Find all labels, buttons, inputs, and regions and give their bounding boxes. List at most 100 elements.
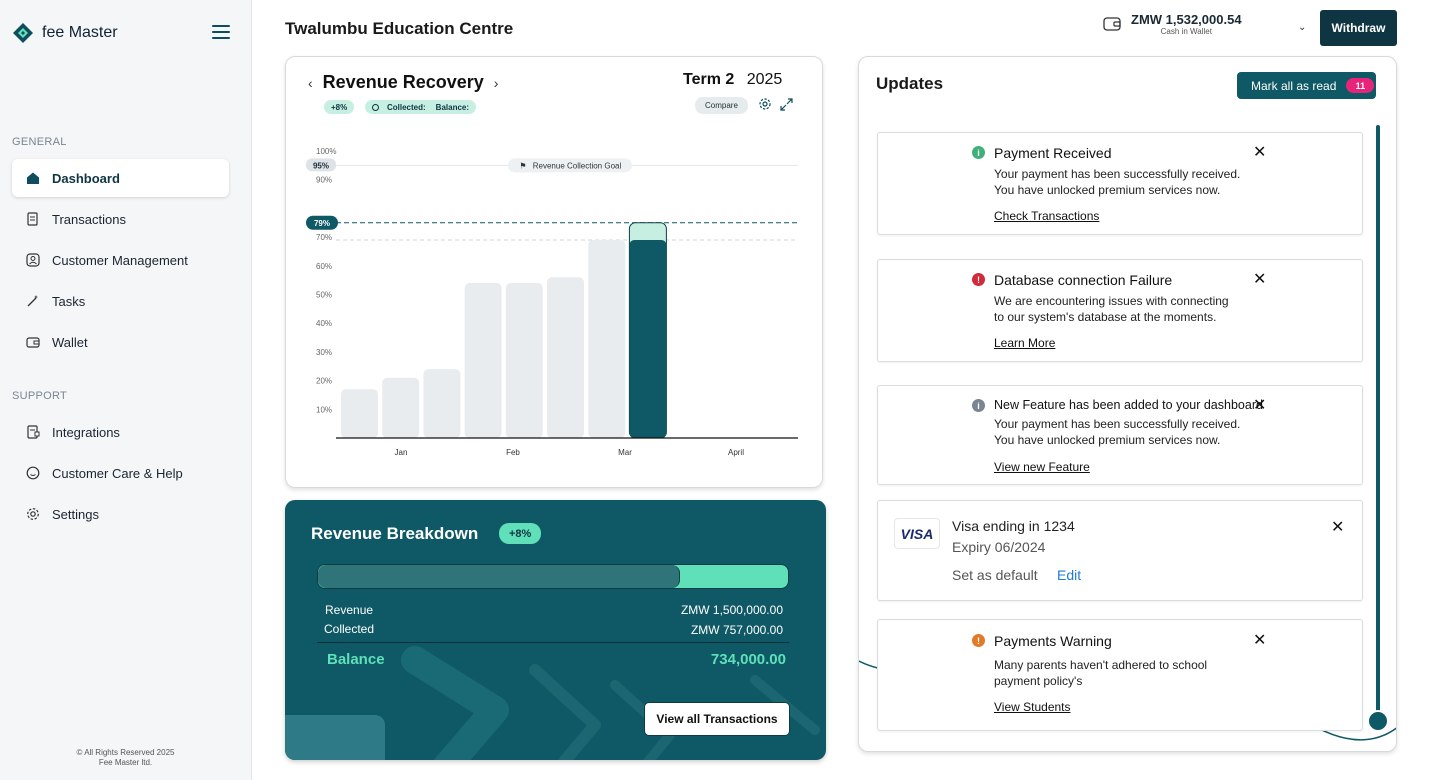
notice-new-feature: i New Feature has been added to your das…: [877, 385, 1363, 485]
logo-icon: [13, 23, 33, 43]
sidebar-item-integrations[interactable]: Integrations: [12, 413, 229, 451]
chevron-down-icon[interactable]: ⌄: [1298, 22, 1306, 33]
sidebar-item-label: Wallet: [52, 334, 88, 350]
info-icon: i: [972, 146, 985, 159]
scrollbar-handle[interactable]: [1367, 710, 1389, 732]
notice-body: Many parents haven't adhered to school p…: [994, 657, 1254, 689]
sidebar-item-tasks[interactable]: Tasks: [12, 282, 229, 320]
close-icon[interactable]: ✕: [1253, 145, 1266, 161]
x-tick-label: April: [728, 448, 744, 457]
collection-progress-fill: [318, 565, 680, 588]
notice-line: payment policy's: [994, 674, 1083, 688]
sidebar-item-customer-management[interactable]: Customer Management: [12, 241, 229, 279]
notice-line: We are encountering issues with connecti…: [994, 294, 1229, 308]
bar: [382, 377, 420, 438]
home-icon: [26, 171, 40, 185]
close-icon[interactable]: ✕: [1253, 633, 1266, 649]
updates-panel: Updates Mark all as read 11 i Payment Re…: [858, 56, 1397, 752]
view-new-feature-link[interactable]: View new Feature: [994, 460, 1090, 474]
scrollbar-track[interactable]: [1376, 125, 1380, 721]
collection-progress-bar: [317, 564, 789, 589]
bar: [505, 283, 543, 438]
view-all-transactions-button[interactable]: View all Transactions: [644, 702, 790, 736]
notice-title: Database connection Failure: [994, 272, 1173, 288]
sidebar-item-label: Transactions: [52, 211, 126, 227]
sidebar-item-dashboard[interactable]: Dashboard: [12, 159, 229, 197]
check-transactions-link[interactable]: Check Transactions: [994, 209, 1099, 223]
page-title: Twalumbu Education Centre: [285, 19, 514, 38]
close-icon[interactable]: ✕: [1253, 398, 1266, 414]
sidebar-item-settings[interactable]: Settings: [12, 495, 229, 533]
revenue-chart: 100% 90% 70% 60% 50% 40% 30% 20% 10% 95% Revenue C…: [306, 147, 798, 457]
wallet-balance[interactable]: ZMW 1,532,000.54 Cash in Wallet: [1103, 12, 1242, 36]
sidebar-item-label: Dashboard: [52, 170, 120, 186]
visa-logo: VISA: [894, 518, 940, 549]
divider: [317, 642, 789, 643]
close-icon[interactable]: ✕: [1253, 272, 1266, 288]
y-tick-label: 100%: [316, 147, 336, 156]
set-default-button[interactable]: Set as default: [952, 567, 1038, 583]
y-tick-label: 30%: [316, 348, 332, 357]
section-label-general: GENERAL: [12, 136, 67, 148]
goal-label-text: Revenue Collection Goal: [533, 161, 622, 170]
card-expiry: Expiry 06/2024: [952, 539, 1046, 555]
notice-line: Many parents haven't adhered to school: [994, 658, 1208, 672]
learn-more-link[interactable]: Learn More: [994, 336, 1055, 350]
y-tick-label: 50%: [316, 291, 332, 300]
x-tick-label: Jan: [395, 448, 408, 457]
collected-label: Collected: [324, 622, 375, 636]
notice-title: Payment Received: [994, 145, 1112, 161]
y-tick-label: 70%: [316, 233, 332, 242]
sidebar-item-wallet[interactable]: Wallet: [12, 323, 229, 361]
notice-line: to our system's database at the moments.: [994, 310, 1217, 324]
goal-badge-text: 95%: [313, 161, 329, 170]
error-icon: !: [972, 273, 985, 286]
notice-line: You have unlocked premium services now.: [994, 183, 1221, 197]
sidebar-item-transactions[interactable]: Transactions: [12, 200, 229, 238]
close-icon[interactable]: ✕: [1331, 517, 1344, 537]
notice-title: New Feature has been added to your dashb…: [994, 398, 1263, 412]
current-badge-text: 79%: [314, 219, 330, 228]
company-line: Fee Master ltd.: [98, 758, 153, 767]
revenue-value: ZMW 1,500,000.00: [680, 603, 783, 617]
unread-count-badge: 11: [1346, 78, 1375, 93]
integration-icon: [26, 425, 40, 439]
bar: [423, 369, 461, 438]
sidebar-item-customer-care[interactable]: Customer Care & Help: [12, 454, 229, 492]
notice-payments-warning: ! Payments Warning Many parents haven't …: [877, 619, 1363, 731]
bar: [588, 239, 626, 438]
sidebar: fee Master GENERAL Dashboard Transaction…: [0, 0, 252, 780]
notice-database-failure: ! Database connection Failure We are enc…: [877, 259, 1363, 362]
magic-wand-icon: [26, 294, 40, 308]
revenue-label: Revenue: [325, 603, 374, 617]
sidebar-item-label: Customer Care & Help: [52, 465, 183, 481]
notice-title: Payments Warning: [994, 633, 1112, 649]
logo-text: fee Master: [42, 24, 118, 41]
notice-payment-received: i Payment Received Your payment has been…: [877, 132, 1363, 235]
copyright: © All Rights Reserved 2025 Fee Master lt…: [0, 748, 251, 768]
withdraw-button[interactable]: Withdraw: [1320, 10, 1397, 46]
menu-toggle-icon[interactable]: [212, 25, 230, 39]
info-icon: i: [972, 399, 985, 412]
balance-value: 734,000.00: [710, 651, 786, 668]
breakdown-badge: +8%: [499, 523, 542, 544]
bar: [341, 389, 378, 438]
trophy-icon: ⚑: [519, 161, 526, 170]
gear-icon: [26, 507, 40, 521]
sidebar-item-label: Customer Management: [52, 252, 188, 268]
notice-line: Your payment has been successfully recei…: [994, 167, 1241, 181]
sidebar-item-label: Tasks: [52, 293, 86, 309]
notice-body: We are encountering issues with connecti…: [994, 293, 1254, 325]
edit-card-link[interactable]: Edit: [1057, 567, 1081, 583]
mark-all-read-button[interactable]: Mark all as read 11: [1237, 72, 1376, 99]
wallet-icon: [26, 335, 40, 349]
chat-icon: [26, 466, 40, 480]
bar: [547, 277, 584, 438]
card-title: Visa ending in 1234: [952, 518, 1075, 534]
bar: [464, 283, 502, 438]
user-icon: [26, 253, 40, 267]
app-logo[interactable]: fee Master: [12, 22, 118, 44]
view-students-link[interactable]: View Students: [994, 700, 1071, 714]
wallet-icon: [1103, 17, 1121, 31]
x-tick-label: Mar: [618, 448, 632, 457]
